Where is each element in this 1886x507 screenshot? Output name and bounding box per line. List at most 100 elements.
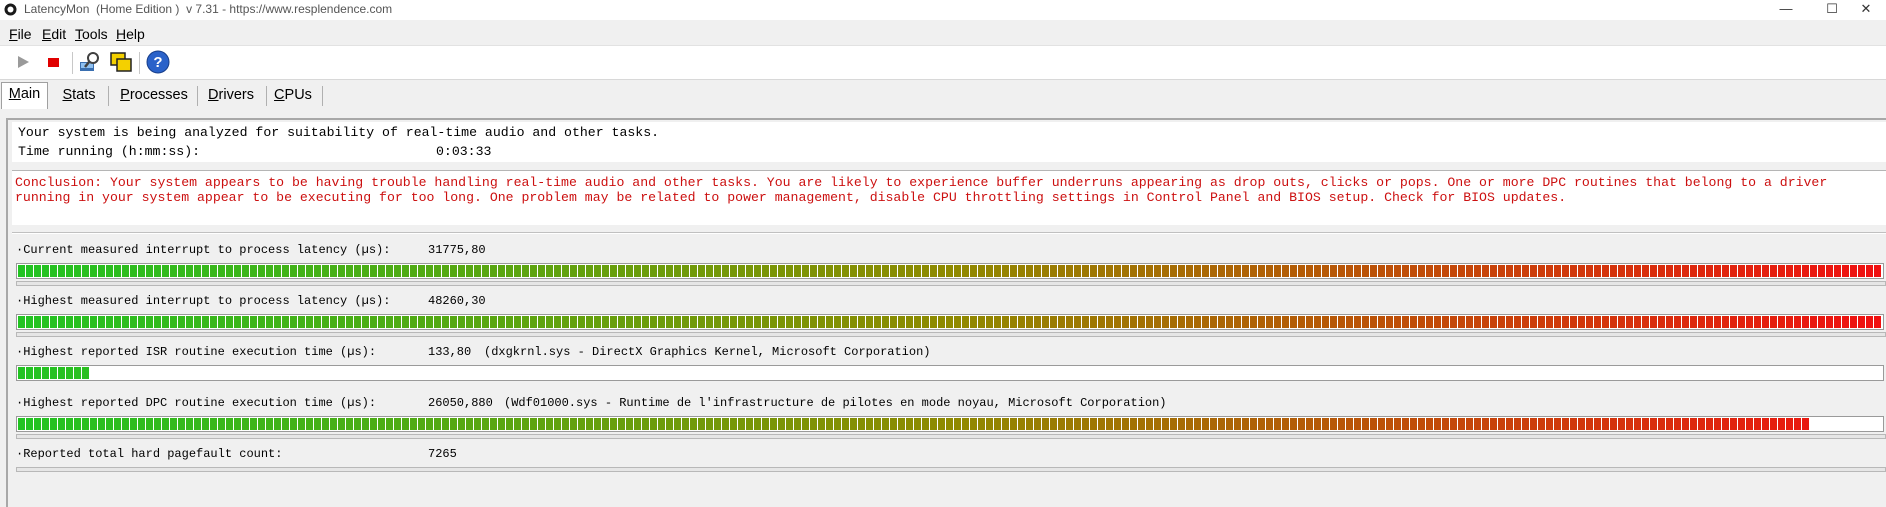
meter-segment bbox=[122, 316, 129, 328]
meter-segment bbox=[778, 265, 785, 277]
meter-segment bbox=[802, 418, 809, 430]
meter-segment bbox=[146, 316, 153, 328]
meter-segment bbox=[890, 418, 897, 430]
meter-segment bbox=[138, 418, 145, 430]
meter-segment bbox=[282, 418, 289, 430]
meter-segment bbox=[1378, 316, 1385, 328]
meter-segment bbox=[1362, 265, 1369, 277]
meter-segment bbox=[554, 418, 561, 430]
meter-segment bbox=[874, 418, 881, 430]
close-button[interactable]: ✕ bbox=[1846, 0, 1886, 20]
meter-segment bbox=[1674, 265, 1681, 277]
meter-segment bbox=[362, 316, 369, 328]
meter-segment bbox=[1402, 265, 1409, 277]
meter-segment bbox=[274, 265, 281, 277]
meter-segment bbox=[778, 418, 785, 430]
meter-segment bbox=[178, 316, 185, 328]
meter-segment bbox=[1666, 418, 1673, 430]
meter-segment bbox=[1642, 418, 1649, 430]
meter-segment bbox=[1546, 316, 1553, 328]
meter-segment bbox=[1602, 265, 1609, 277]
meter-fill bbox=[18, 316, 1882, 328]
meter-segment bbox=[1402, 316, 1409, 328]
meter-segment bbox=[1002, 316, 1009, 328]
meter-segment bbox=[954, 418, 961, 430]
play-icon[interactable] bbox=[11, 50, 35, 74]
meter-segment bbox=[978, 265, 985, 277]
meter-segment bbox=[1602, 316, 1609, 328]
meter-segment bbox=[1194, 265, 1201, 277]
meter-segment bbox=[1010, 316, 1017, 328]
stop-icon[interactable] bbox=[41, 50, 65, 74]
help-icon[interactable]: ? bbox=[146, 50, 170, 74]
tab-drivers[interactable]: Drivers bbox=[205, 84, 257, 106]
meter-segment bbox=[1482, 418, 1489, 430]
meter-segment bbox=[1690, 418, 1697, 430]
meter-segment bbox=[1706, 265, 1713, 277]
meter-segment bbox=[690, 265, 697, 277]
meter-segment bbox=[1274, 265, 1281, 277]
meter-segment bbox=[674, 418, 681, 430]
meter-segment bbox=[1058, 316, 1065, 328]
meter-segment bbox=[1218, 265, 1225, 277]
analyze-icon[interactable] bbox=[78, 50, 102, 74]
meter-segment bbox=[906, 265, 913, 277]
meter-segment bbox=[1738, 316, 1745, 328]
meter-segment bbox=[634, 418, 641, 430]
menu-file[interactable]: File bbox=[9, 26, 32, 42]
meter-segment bbox=[370, 316, 377, 328]
meter-segment bbox=[154, 316, 161, 328]
meter-segment bbox=[154, 418, 161, 430]
meter-segment bbox=[1082, 418, 1089, 430]
meter-segment bbox=[426, 316, 433, 328]
meter-segment bbox=[1290, 418, 1297, 430]
meter-segment bbox=[602, 265, 609, 277]
meter-segment bbox=[1282, 418, 1289, 430]
meter-segment bbox=[242, 418, 249, 430]
meter-segment bbox=[1762, 265, 1769, 277]
meter-segment bbox=[618, 265, 625, 277]
meter-segment bbox=[1186, 265, 1193, 277]
meter-segment bbox=[1050, 265, 1057, 277]
meter-segment bbox=[770, 316, 777, 328]
meter-segment bbox=[946, 265, 953, 277]
meter-segment bbox=[1842, 265, 1849, 277]
meter-segment bbox=[738, 316, 745, 328]
meter-segment bbox=[866, 316, 873, 328]
meter-segment bbox=[314, 265, 321, 277]
meter-segment bbox=[562, 265, 569, 277]
meter-segment bbox=[882, 418, 889, 430]
meter-segment bbox=[1330, 265, 1337, 277]
meter-segment bbox=[1314, 316, 1321, 328]
windows-icon[interactable] bbox=[109, 50, 133, 74]
meter-segment bbox=[98, 418, 105, 430]
meter-segment bbox=[242, 316, 249, 328]
meter-segment bbox=[474, 265, 481, 277]
meter-segment bbox=[1562, 265, 1569, 277]
meter-segment bbox=[882, 316, 889, 328]
meter-segment bbox=[50, 265, 57, 277]
tab-stats[interactable]: Stats bbox=[58, 84, 100, 106]
meter-segment bbox=[1506, 316, 1513, 328]
meter-segment bbox=[1138, 316, 1145, 328]
meter-segment bbox=[714, 418, 721, 430]
menu-tools[interactable]: Tools bbox=[75, 26, 108, 42]
meter-segment bbox=[410, 265, 417, 277]
meter-segment bbox=[1082, 316, 1089, 328]
meter-segment bbox=[1434, 418, 1441, 430]
meter-segment bbox=[146, 418, 153, 430]
tab-main[interactable]: Main bbox=[1, 82, 48, 109]
meter-segment bbox=[418, 418, 425, 430]
meter-segment bbox=[1346, 316, 1353, 328]
meter-segment bbox=[1266, 316, 1273, 328]
tab-cpus[interactable]: CPUs bbox=[273, 84, 313, 106]
meter-segment bbox=[938, 418, 945, 430]
menu-edit[interactable]: Edit bbox=[42, 26, 66, 42]
minimize-button[interactable]: — bbox=[1766, 0, 1806, 20]
meter-segment bbox=[1114, 316, 1121, 328]
menu-help[interactable]: Help bbox=[116, 26, 145, 42]
tab-processes[interactable]: Processes bbox=[116, 84, 192, 106]
meter-segment bbox=[1250, 265, 1257, 277]
meter-segment bbox=[506, 418, 513, 430]
meter-segment bbox=[1690, 265, 1697, 277]
